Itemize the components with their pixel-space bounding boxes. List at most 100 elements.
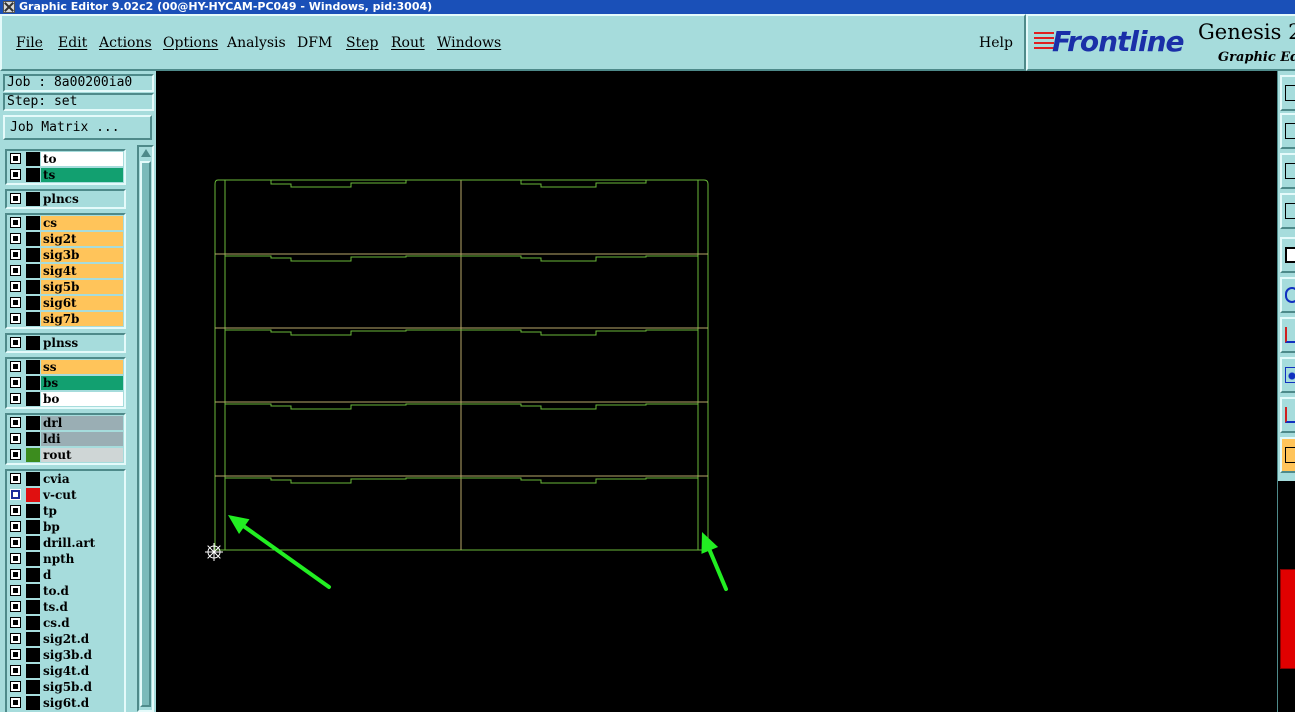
menu-step[interactable]: Step bbox=[346, 35, 378, 51]
layer-display-checkbox[interactable] bbox=[10, 433, 21, 444]
layer-display-checkbox[interactable] bbox=[10, 633, 21, 644]
layer-color-swatch[interactable] bbox=[26, 376, 40, 390]
layer-color-swatch[interactable] bbox=[26, 504, 40, 518]
layer-name[interactable]: sig2t bbox=[41, 232, 123, 246]
layer-name[interactable]: drl bbox=[41, 416, 123, 430]
menu-file[interactable]: File bbox=[16, 35, 43, 51]
layer-name[interactable]: plncs bbox=[41, 192, 123, 206]
layer-row[interactable]: plnss bbox=[7, 335, 124, 351]
layer-row[interactable]: sig3b.d bbox=[7, 647, 124, 663]
layer-color-swatch[interactable] bbox=[26, 296, 40, 310]
layer-name[interactable]: sig7b bbox=[41, 312, 123, 326]
job-matrix-button[interactable]: Job Matrix ... bbox=[3, 115, 152, 140]
layer-color-swatch[interactable] bbox=[26, 600, 40, 614]
layer-row[interactable]: tp bbox=[7, 503, 124, 519]
layer-display-checkbox[interactable] bbox=[10, 649, 21, 660]
menu-actions[interactable]: Actions bbox=[99, 35, 152, 51]
layer-display-checkbox[interactable] bbox=[10, 449, 21, 460]
layer-row[interactable]: bs bbox=[7, 375, 124, 391]
layer-row[interactable]: to.d bbox=[7, 583, 124, 599]
scrollbar-thumb[interactable] bbox=[140, 161, 151, 707]
layer-color-swatch[interactable] bbox=[26, 488, 40, 502]
menu-rout[interactable]: Rout bbox=[391, 35, 425, 51]
layer-display-checkbox[interactable] bbox=[10, 153, 21, 164]
layer-row[interactable]: rout bbox=[7, 447, 124, 463]
graphic-canvas[interactable] bbox=[156, 71, 1277, 712]
tool-button-move[interactable] bbox=[1280, 113, 1295, 149]
tool-button-select[interactable] bbox=[1280, 75, 1295, 111]
layer-color-swatch[interactable] bbox=[26, 312, 40, 326]
layer-row[interactable]: to bbox=[7, 151, 124, 167]
layer-name[interactable]: v-cut bbox=[41, 488, 123, 502]
scroll-up-arrow-icon[interactable] bbox=[141, 149, 151, 157]
layer-row[interactable]: ts bbox=[7, 167, 124, 183]
layer-display-checkbox[interactable] bbox=[10, 337, 21, 348]
layer-row[interactable]: npth bbox=[7, 551, 124, 567]
tool-button-zoom-fit[interactable] bbox=[1280, 237, 1295, 273]
tool-button-highlight[interactable] bbox=[1280, 437, 1295, 473]
menu-help[interactable]: Help bbox=[979, 35, 1013, 51]
layer-row[interactable]: sig6t bbox=[7, 295, 124, 311]
layer-color-swatch[interactable] bbox=[26, 152, 40, 166]
layer-name[interactable]: sig4t.d bbox=[41, 664, 123, 678]
layer-color-swatch[interactable] bbox=[26, 232, 40, 246]
layer-name[interactable]: plnss bbox=[41, 336, 123, 350]
layer-name[interactable]: cs.d bbox=[41, 616, 123, 630]
layer-color-swatch[interactable] bbox=[26, 264, 40, 278]
layer-name[interactable]: ss bbox=[41, 360, 123, 374]
layer-display-checkbox[interactable] bbox=[10, 169, 21, 180]
layer-name[interactable]: bs bbox=[41, 376, 123, 390]
layer-name[interactable]: sig6t bbox=[41, 296, 123, 310]
layer-color-swatch[interactable] bbox=[26, 168, 40, 182]
layer-row[interactable]: drill.art bbox=[7, 535, 124, 551]
layer-color-swatch[interactable] bbox=[26, 584, 40, 598]
layer-name[interactable]: cs bbox=[41, 216, 123, 230]
layer-row[interactable]: cvia bbox=[7, 471, 124, 487]
layer-color-swatch[interactable] bbox=[26, 520, 40, 534]
layer-name[interactable]: npth bbox=[41, 552, 123, 566]
layer-name[interactable]: rout bbox=[41, 448, 123, 462]
layer-color-swatch[interactable] bbox=[26, 432, 40, 446]
menu-edit[interactable]: Edit bbox=[58, 35, 87, 51]
layer-name[interactable]: sig4t bbox=[41, 264, 123, 278]
layer-color-swatch[interactable] bbox=[26, 568, 40, 582]
layer-color-swatch[interactable] bbox=[26, 696, 40, 710]
layer-display-checkbox[interactable] bbox=[10, 193, 21, 204]
layer-display-checkbox[interactable] bbox=[10, 665, 21, 676]
layer-row[interactable]: sig7b bbox=[7, 311, 124, 327]
layer-display-checkbox[interactable] bbox=[10, 617, 21, 628]
layer-row[interactable]: ts.d bbox=[7, 599, 124, 615]
layer-display-checkbox[interactable] bbox=[10, 569, 21, 580]
tool-button-pad[interactable] bbox=[1280, 357, 1295, 393]
layer-row[interactable]: cs.d bbox=[7, 615, 124, 631]
layer-row[interactable]: sig2t.d bbox=[7, 631, 124, 647]
layer-row[interactable]: sig4t bbox=[7, 263, 124, 279]
layer-display-checkbox[interactable] bbox=[10, 505, 21, 516]
layer-display-checkbox[interactable] bbox=[10, 681, 21, 692]
layer-display-checkbox[interactable] bbox=[10, 265, 21, 276]
layer-name[interactable]: to.d bbox=[41, 584, 123, 598]
layer-display-checkbox[interactable] bbox=[10, 233, 21, 244]
menu-dfm[interactable]: DFM bbox=[297, 35, 332, 51]
layer-name[interactable]: d bbox=[41, 568, 123, 582]
layer-row[interactable]: sig3b bbox=[7, 247, 124, 263]
layer-row[interactable]: sig2t bbox=[7, 231, 124, 247]
layer-color-swatch[interactable] bbox=[26, 632, 40, 646]
layer-display-checkbox[interactable] bbox=[10, 417, 21, 428]
layer-row[interactable]: plncs bbox=[7, 191, 124, 207]
layer-name[interactable]: bp bbox=[41, 520, 123, 534]
layer-row[interactable]: d bbox=[7, 567, 124, 583]
layer-display-checkbox[interactable] bbox=[10, 281, 21, 292]
layer-color-swatch[interactable] bbox=[26, 192, 40, 206]
layer-color-swatch[interactable] bbox=[26, 536, 40, 550]
layer-row[interactable]: sig5b.d bbox=[7, 679, 124, 695]
layer-color-swatch[interactable] bbox=[26, 448, 40, 462]
layer-color-swatch[interactable] bbox=[26, 336, 40, 350]
layer-color-swatch[interactable] bbox=[26, 248, 40, 262]
layer-name[interactable]: tp bbox=[41, 504, 123, 518]
layer-row[interactable]: sig4t.d bbox=[7, 663, 124, 679]
layer-display-checkbox[interactable] bbox=[10, 377, 21, 388]
layer-display-checkbox[interactable] bbox=[10, 489, 21, 500]
layer-row[interactable]: bo bbox=[7, 391, 124, 407]
layer-row[interactable]: sig5b bbox=[7, 279, 124, 295]
